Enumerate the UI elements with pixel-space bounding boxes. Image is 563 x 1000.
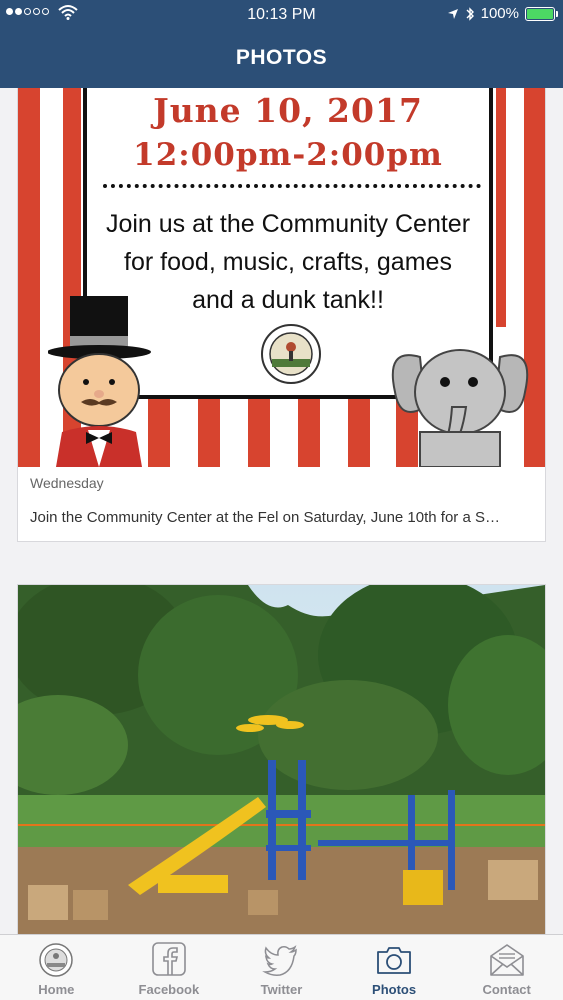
tab-label: Facebook xyxy=(138,982,200,997)
battery-icon xyxy=(525,6,558,21)
tab-label: Twitter xyxy=(260,982,303,997)
tab-contact[interactable]: Contact xyxy=(450,935,563,1000)
tab-label: Contact xyxy=(482,982,531,997)
bluetooth-icon xyxy=(466,6,474,21)
tab-facebook[interactable]: Facebook xyxy=(113,935,226,1000)
flyer-line: for food, music, crafts, games xyxy=(124,248,452,276)
event-flyer-image[interactable]: June 10, 2017 12:00pm-2:00pm Join us at … xyxy=(18,88,545,467)
battery-percent: 100% xyxy=(480,5,519,22)
tab-twitter[interactable]: Twitter xyxy=(225,935,338,1000)
location-arrow-icon xyxy=(447,8,458,19)
page-title: PHOTOS xyxy=(235,46,328,69)
ringmaster-illustration xyxy=(48,296,151,467)
twitter-icon xyxy=(262,945,298,976)
post-description[interactable]: Join the Community Center at the Fel on … xyxy=(30,509,530,526)
tab-label: Home xyxy=(38,982,75,997)
tab-bar: Home Facebook Twitter Photos Contact xyxy=(0,934,563,1000)
status-bar: 10:13 PM 100% xyxy=(0,0,563,30)
post-day: Wednesday xyxy=(30,475,104,491)
app-header: 10:13 PM 100% PHOTOS xyxy=(0,0,563,88)
tab-photos[interactable]: Photos xyxy=(338,935,451,1000)
elephant-illustration xyxy=(391,349,529,467)
photo-feed[interactable]: June 10, 2017 12:00pm-2:00pm Join us at … xyxy=(0,88,563,934)
flyer-time: 12:00pm-2:00pm xyxy=(133,137,443,173)
flyer-date: June 10, 2017 xyxy=(153,91,423,130)
playground-construction-photo[interactable] xyxy=(18,585,545,934)
photo-card[interactable]: June 10, 2017 12:00pm-2:00pm Join us at … xyxy=(17,88,546,542)
tab-home[interactable]: Home xyxy=(0,935,113,1000)
flyer-line: Join us at the Community Center xyxy=(105,210,471,238)
envelope-icon xyxy=(489,944,524,976)
camera-icon xyxy=(377,947,411,974)
status-right: 100% xyxy=(447,5,558,22)
photo-card[interactable] xyxy=(17,584,546,934)
tab-label: Photos xyxy=(372,982,417,997)
town-seal-icon xyxy=(261,324,321,384)
home-seal-icon xyxy=(39,943,74,977)
flyer-divider xyxy=(103,184,481,188)
facebook-icon xyxy=(152,942,186,976)
